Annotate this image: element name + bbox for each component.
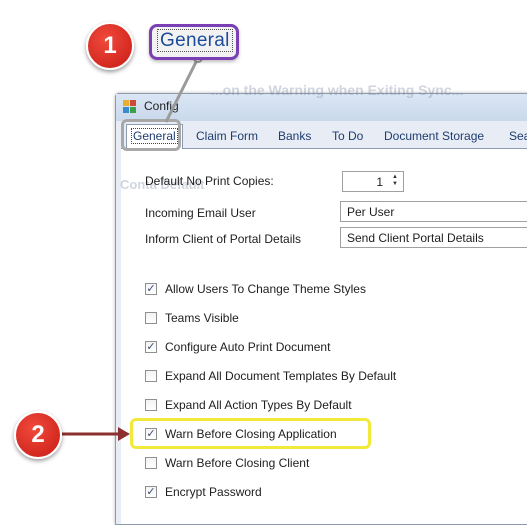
callout-connector — [62, 53, 203, 441]
step-1-badge: 1 — [86, 22, 134, 70]
step-2-badge: 2 — [14, 411, 62, 459]
callout-label: General — [157, 29, 233, 52]
general-tab-callout: General — [149, 24, 239, 60]
